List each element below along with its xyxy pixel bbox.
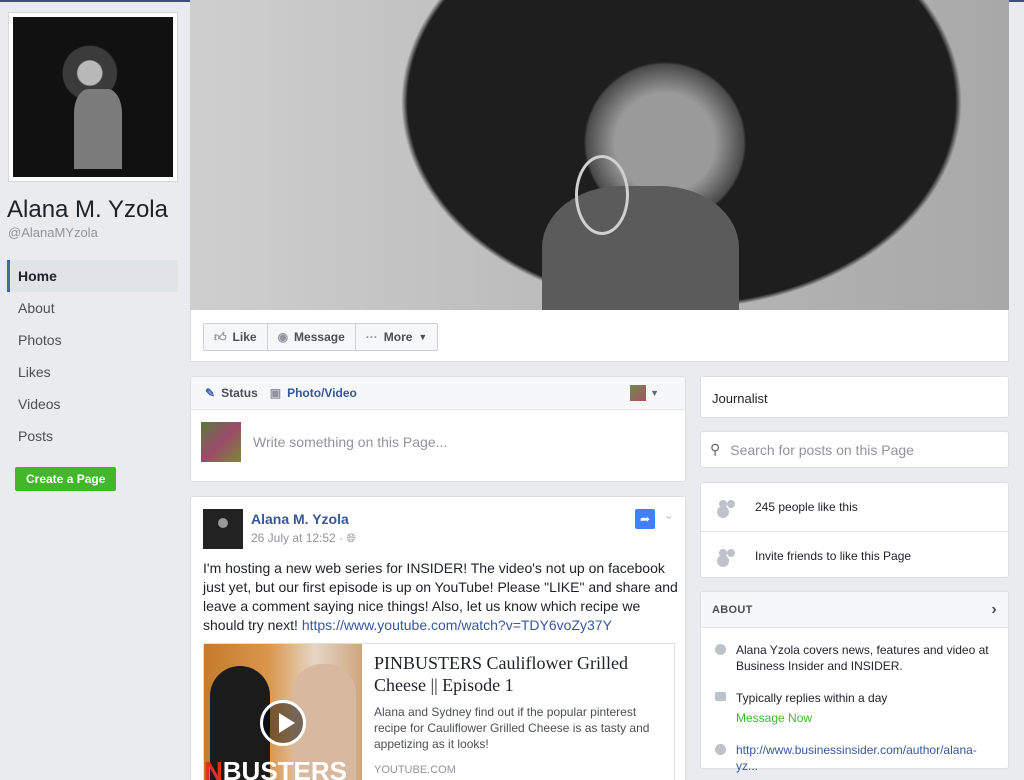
video-thumbnail[interactable]: NBUSTERS	[204, 644, 362, 780]
composer-tabs: ✎ Status ▣ Photo/Video ▼	[191, 377, 685, 410]
like-label: Like	[232, 330, 257, 344]
post-timestamp[interactable]: 26 July at 12:52 · 🌐︎	[251, 531, 356, 546]
tab-photo-video-label: Photo/Video	[287, 386, 357, 400]
link-title[interactable]: PINBUSTERS Cauliflower Grilled Cheese ||…	[374, 652, 666, 696]
likes-card: 245 people like this Invite friends to l…	[700, 482, 1009, 578]
thumbnail-brand-text: NBUSTERS	[204, 756, 348, 780]
tab-status[interactable]: ✎ Status	[205, 386, 258, 400]
like-button[interactable]: 👍︎ Like	[204, 324, 268, 350]
invite-friends-row[interactable]: Invite friends to like this Page	[701, 531, 1008, 579]
cover-photo[interactable]	[190, 0, 1009, 310]
link-preview-card[interactable]: NBUSTERS PINBUSTERS Cauliflower Grilled …	[203, 643, 675, 780]
composer-input[interactable]: Write something on this Page...	[253, 434, 447, 450]
link-domain: YOUTUBE.COM	[374, 764, 456, 776]
search-posts[interactable]: ⚲ Search for posts on this Page	[700, 431, 1009, 468]
message-now-link[interactable]: Message Now	[736, 710, 887, 726]
post-text: I'm hosting a new web series for INSIDER…	[203, 559, 679, 635]
more-label: More	[383, 330, 413, 344]
search-input[interactable]: Search for posts on this Page	[730, 442, 914, 458]
about-header[interactable]: ABOUT ›	[701, 592, 1008, 628]
message-label: Message	[294, 330, 345, 344]
tab-photo-video[interactable]: ▣ Photo/Video	[270, 386, 357, 400]
page-name[interactable]: Alana M. Yzola	[7, 196, 168, 224]
profile-photo	[13, 17, 173, 177]
chevron-down-icon[interactable]: ⌄	[664, 508, 674, 522]
posting-as-avatar	[630, 385, 647, 401]
page-handle[interactable]: @AlanaMYzola	[8, 225, 98, 240]
post-author-avatar[interactable]	[203, 509, 243, 549]
profile-picture[interactable]	[8, 12, 178, 182]
nav-item-videos[interactable]: Videos	[7, 388, 178, 420]
camera-icon: ▣	[269, 386, 282, 400]
website-link[interactable]: http://www.businessinsider.com/author/al…	[736, 742, 996, 774]
nav-item-likes[interactable]: Likes	[7, 356, 178, 388]
tab-status-label: Status	[221, 386, 258, 400]
about-replies: Typically replies within a day Message N…	[701, 690, 1008, 726]
people-icon	[719, 500, 737, 514]
posting-as-selector[interactable]: ▼	[630, 385, 659, 401]
post-author[interactable]: Alana M. Yzola	[251, 511, 349, 527]
message-button[interactable]: ◉ Message	[268, 324, 356, 350]
caret-down-icon: ▼	[650, 388, 659, 398]
chat-icon	[715, 692, 726, 701]
pencil-icon: ✎	[205, 386, 216, 400]
post-date: 26 July at 12:52	[251, 531, 336, 545]
chevron-right-icon: ›	[991, 600, 997, 618]
composer: ✎ Status ▣ Photo/Video ▼ Write something…	[190, 376, 686, 482]
nav-item-photos[interactable]: Photos	[7, 324, 178, 356]
about-website: http://www.businessinsider.com/author/al…	[701, 742, 1008, 774]
create-page-button[interactable]: Create a Page	[15, 467, 117, 491]
nav-item-about[interactable]: About	[7, 292, 178, 324]
about-description-text: Alana Yzola covers news, features and vi…	[736, 643, 989, 673]
replies-text: Typically replies within a day	[736, 691, 888, 705]
composer-avatar	[201, 422, 241, 462]
pinned-post: Alana M. Yzola 26 July at 12:52 · 🌐︎ ➦ ⌄…	[190, 496, 686, 780]
about-card: ABOUT › Alana Yzola covers news, feature…	[700, 591, 1009, 773]
cover-earring	[574, 155, 629, 235]
add-friend-icon	[719, 548, 737, 563]
likes-count: 245 people like this	[755, 500, 858, 514]
invite-friends: Invite friends to like this Page	[755, 548, 912, 563]
link-info: PINBUSTERS Cauliflower Grilled Cheese ||…	[374, 652, 666, 752]
post-link[interactable]: https://www.youtube.com/watch?v=TDY6voZy…	[302, 617, 612, 633]
left-column: Alana M. Yzola @AlanaMYzola Home About P…	[0, 0, 188, 780]
nav-item-home[interactable]: Home	[7, 260, 178, 292]
likes-count-row[interactable]: 245 people like this	[701, 483, 1008, 531]
pin-icon[interactable]: ➦	[635, 509, 655, 529]
about-heading: ABOUT	[712, 603, 753, 616]
about-description: Alana Yzola covers news, features and vi…	[701, 642, 1008, 674]
play-icon[interactable]	[260, 700, 306, 746]
message-bubble-icon: ◉	[277, 330, 289, 344]
globe-icon: · 🌐︎	[339, 531, 357, 545]
ellipsis-icon: ···	[365, 330, 378, 344]
page-nav: Home About Photos Likes Videos Posts	[7, 260, 178, 452]
nav-item-posts[interactable]: Posts	[7, 420, 178, 452]
page-action-bar: 👍︎ Like ◉ Message ··· More ▼	[190, 310, 1009, 362]
info-icon	[715, 644, 726, 655]
post-header: Alana M. Yzola 26 July at 12:52 · 🌐︎ ➦ ⌄	[191, 497, 685, 553]
more-button[interactable]: ··· More ▼	[356, 324, 438, 350]
globe-icon	[715, 744, 726, 755]
link-description: Alana and Sydney find out if the popular…	[374, 705, 650, 751]
search-icon: ⚲	[710, 441, 721, 457]
caret-down-icon: ▼	[418, 332, 428, 342]
cover-figure	[542, 186, 739, 310]
page-category[interactable]: Journalist	[700, 376, 1009, 418]
thumbs-up-icon: 👍︎	[214, 329, 227, 344]
action-buttons: 👍︎ Like ◉ Message ··· More ▼	[203, 323, 439, 351]
composer-body: Write something on this Page...	[191, 410, 685, 474]
